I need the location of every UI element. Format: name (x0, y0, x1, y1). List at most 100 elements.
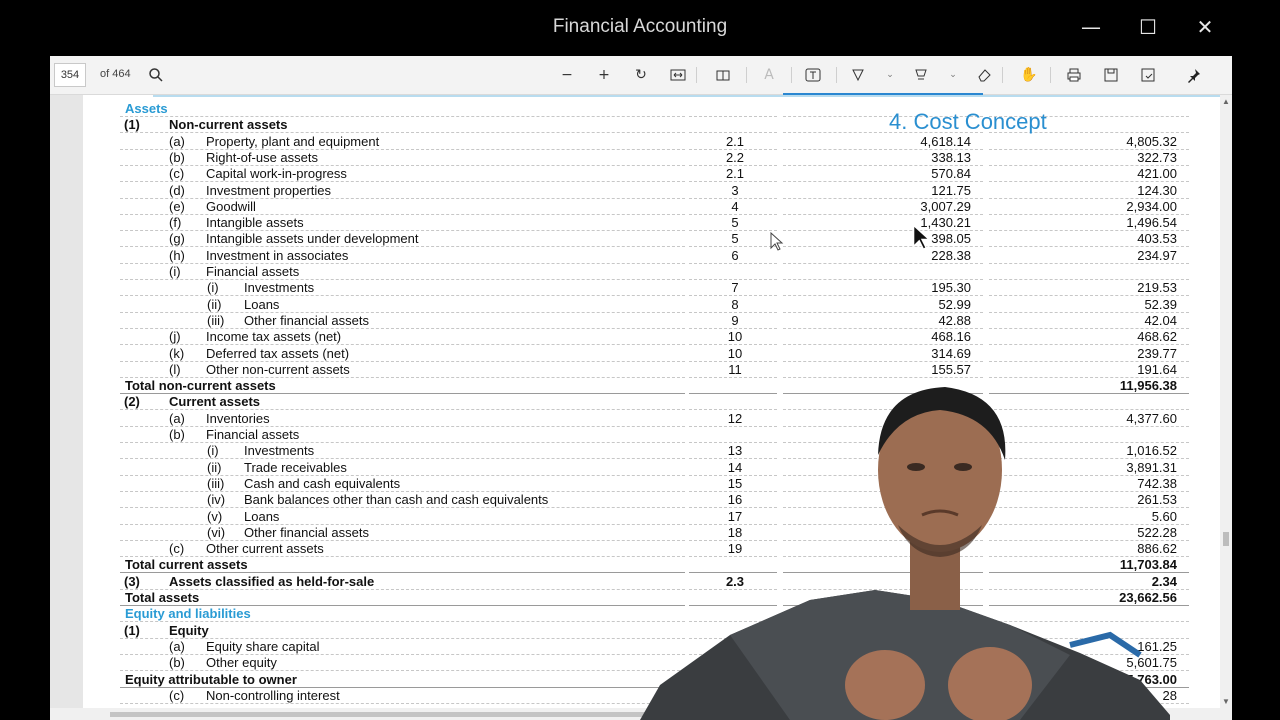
row-number: (1) (124, 622, 140, 638)
rotate-icon[interactable]: ↻ (627, 63, 655, 87)
read-aloud-icon[interactable]: A (755, 63, 783, 87)
value-previous-year: 468.62 (1137, 329, 1177, 345)
cursor-icon (770, 232, 784, 251)
scroll-thumb[interactable] (1223, 532, 1229, 546)
draw-icon[interactable] (907, 63, 935, 87)
text-box-icon[interactable] (799, 63, 827, 87)
row-number: (d) (169, 182, 185, 198)
note-ref: 9 (731, 312, 739, 328)
page-view-icon[interactable] (709, 63, 737, 87)
eraser-icon[interactable] (970, 63, 998, 87)
chevron-down-icon[interactable]: ⌄ (939, 63, 967, 87)
value-current-year: 468.16 (931, 329, 971, 345)
row-label: Other equity (206, 655, 277, 671)
cursor-icon (912, 224, 931, 251)
value-previous-year: 2,934.00 (1126, 198, 1177, 214)
row-number: (3) (124, 573, 140, 589)
value-previous-year: 322.73 (1137, 149, 1177, 165)
scroll-thumb[interactable] (110, 712, 670, 717)
value-previous-year: 219.53 (1137, 280, 1177, 296)
value-current-year: 42.88 (938, 312, 971, 328)
maximize-icon[interactable]: ☐ (1128, 10, 1168, 44)
row-number: (1) (124, 117, 140, 133)
zoom-out-icon[interactable]: − (553, 63, 581, 87)
row-label: Investment in associates (206, 247, 349, 263)
value-current-year: 195.30 (931, 280, 971, 296)
zoom-in-icon[interactable]: + (590, 63, 618, 87)
row-label: Equity (169, 622, 209, 638)
row-label: Other financial assets (244, 312, 370, 328)
print-icon[interactable] (1060, 63, 1088, 87)
row-number: (2) (124, 394, 140, 410)
row-label: Investment properties (206, 182, 332, 198)
row-number: (g) (169, 231, 185, 247)
row-label: Other non-current assets (206, 361, 350, 377)
row-label: Intangible assets under development (206, 231, 419, 247)
row-label: Equity share capital (206, 638, 320, 654)
row-number: (ii) (207, 459, 222, 475)
row-number: (f) (169, 215, 182, 231)
row-number: (k) (169, 345, 185, 361)
title-bar: Financial Accounting — ☐ ✕ (0, 0, 1280, 56)
value-current-year: 570.84 (931, 166, 971, 182)
value-current-year: 155.57 (931, 361, 971, 377)
pin-icon[interactable] (1180, 63, 1208, 87)
row-label: Bank balances other than cash and cash e… (244, 492, 549, 508)
table-row: (i) Investments 7 195.30 219.53 (83, 280, 1220, 297)
row-number: (j) (169, 329, 181, 345)
table-row: (i) Financial assets (83, 264, 1220, 280)
row-label: Total current assets (125, 557, 248, 573)
note-ref: 4 (731, 198, 739, 214)
row-label: Trade receivables (244, 459, 347, 475)
value-current-year: 338.13 (931, 149, 971, 165)
note-ref: 2.1 (725, 133, 745, 149)
table-row: (1) Non-current assets (83, 117, 1220, 134)
row-label: Financial assets (206, 264, 300, 279)
table-row: (l) Other non-current assets 11 155.57 191.6… (83, 362, 1220, 378)
minimize-icon[interactable]: — (1071, 10, 1111, 44)
save-as-icon[interactable] (1134, 63, 1162, 87)
value-previous-year: 421.00 (1137, 166, 1177, 182)
row-number: (b) (169, 655, 185, 671)
row-label: Intangible assets (206, 215, 304, 231)
note-ref: 2.2 (725, 149, 745, 165)
fit-width-icon[interactable] (664, 63, 692, 87)
note-ref: 2.1 (725, 166, 745, 182)
row-label: Non-controlling interest (206, 687, 340, 703)
row-label: Investments (244, 443, 315, 459)
page-number-input[interactable]: 354 (54, 63, 86, 87)
touch-icon[interactable]: ✋ (1015, 63, 1043, 87)
search-icon[interactable] (142, 63, 170, 87)
value-current-year: 314.69 (931, 345, 971, 361)
close-icon[interactable]: ✕ (1185, 10, 1225, 44)
row-number: (iv) (207, 492, 226, 508)
row-label: Equity and liabilities (125, 606, 251, 622)
row-number: (c) (169, 541, 185, 557)
value-previous-year: 234.97 (1137, 247, 1177, 263)
row-number: (e) (169, 198, 185, 214)
value-previous-year: 403.53 (1137, 231, 1177, 247)
row-label: Other current assets (206, 541, 324, 557)
row-number: (i) (169, 264, 181, 279)
toolbar: 354 of 464 − + ↻ A ⌄ ⌄ ✋ (50, 56, 1232, 96)
row-number: (v) (207, 508, 223, 524)
value-previous-year: 4,805.32 (1126, 133, 1177, 149)
row-label: Loans (244, 296, 280, 312)
value-previous-year: 191.64 (1137, 361, 1177, 377)
table-row: (h) Investment in associates 6 228.38 234.97 (83, 248, 1220, 264)
row-label: Loans (244, 508, 280, 524)
row-label: Deferred tax assets (net) (206, 345, 350, 361)
row-number: (c) (169, 166, 185, 182)
chevron-down-icon[interactable]: ⌄ (876, 63, 904, 87)
row-label: Financial assets (206, 427, 300, 442)
overlay-heading: 4. Cost Concept (889, 109, 1047, 134)
row-label: Inventories (206, 410, 270, 426)
row-label: Goodwill (206, 198, 256, 214)
save-icon[interactable] (1097, 63, 1125, 87)
table-row: (ii) Loans 8 52.99 52.39 (83, 297, 1220, 313)
highlight-icon[interactable] (844, 63, 872, 87)
row-number: (a) (169, 410, 185, 426)
page-count: of 464 (100, 68, 131, 80)
table-row: (a) Property, plant and equipment 2.1 4,618… (83, 134, 1220, 150)
vertical-scrollbar[interactable]: ▲ ▼ (1220, 95, 1232, 708)
